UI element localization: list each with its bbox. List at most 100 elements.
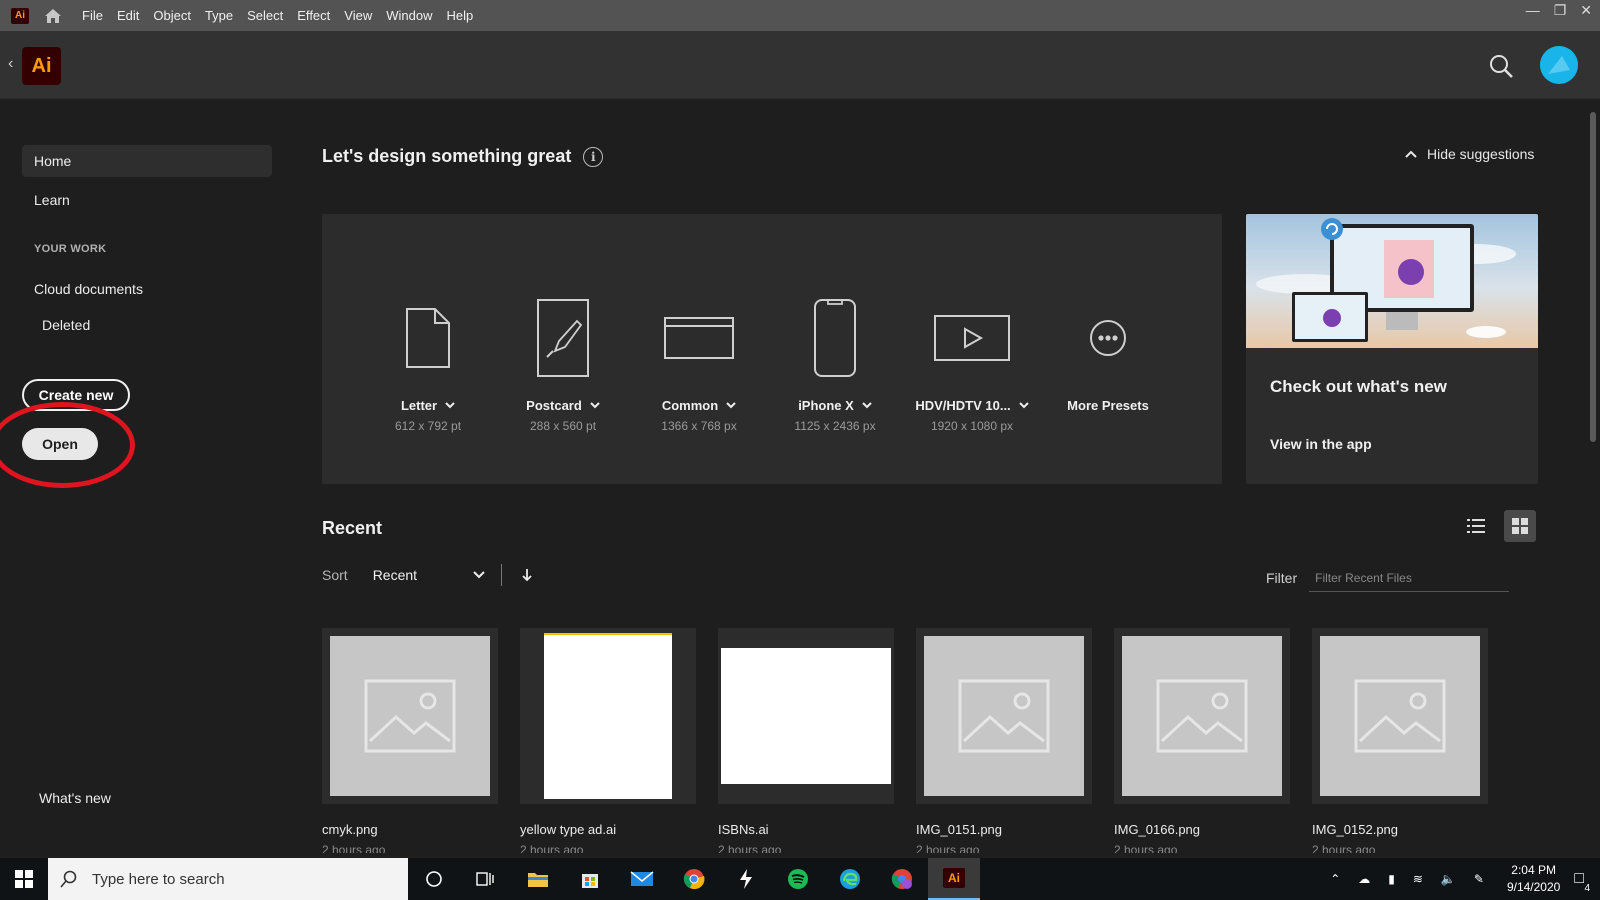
menu-select[interactable]: Select <box>240 8 290 23</box>
recent-file-card[interactable]: IMG_0152.png 2 hours ago <box>1312 628 1488 853</box>
search-icon[interactable] <box>1488 53 1514 79</box>
filter-label: Filter <box>1266 570 1298 586</box>
image-placeholder-icon <box>1156 679 1248 753</box>
battery-icon[interactable]: ▮ <box>1388 872 1395 886</box>
sort-direction-arrow-icon[interactable] <box>522 568 532 582</box>
filter-input[interactable] <box>1309 564 1510 592</box>
video-icon <box>934 315 1010 361</box>
info-icon[interactable]: i <box>583 146 604 167</box>
menu-effect[interactable]: Effect <box>290 8 337 23</box>
sidebar-item-label: Cloud documents <box>34 281 143 297</box>
sidebar-item-home[interactable]: Home <box>22 145 272 177</box>
file-name: IMG_0151.png <box>916 822 1003 837</box>
chevron-down-icon <box>1018 402 1029 409</box>
taskbar-app-bolt[interactable] <box>720 858 772 900</box>
onedrive-cloud-icon[interactable]: ☁ <box>1358 872 1370 886</box>
menu-file[interactable]: File <box>75 8 110 23</box>
start-button[interactable] <box>0 858 48 900</box>
preset-letter[interactable]: Letter 612 x 792 pt <box>358 298 498 433</box>
chevron-down-icon <box>726 402 736 409</box>
recent-file-card[interactable]: IMG_0166.png 2 hours ago <box>1114 628 1290 853</box>
sidebar-item-label: Deleted <box>42 317 91 333</box>
presets-panel: Letter 612 x 792 pt Postcard 288 x 560 p… <box>322 214 1222 484</box>
file-time: 2 hours ago <box>1312 843 1376 853</box>
taskbar-edge[interactable] <box>824 858 876 900</box>
phone-icon <box>814 299 856 377</box>
sidebar-item-deleted[interactable]: Deleted <box>22 309 272 341</box>
back-chevron-icon[interactable]: ‹ <box>8 55 13 73</box>
taskbar-store[interactable] <box>564 858 616 900</box>
more-icon <box>1090 320 1126 356</box>
chevron-down-icon <box>590 402 600 409</box>
sort-dropdown[interactable]: Recent <box>373 567 473 583</box>
chrome-icon <box>683 869 705 890</box>
taskbar-spotify[interactable] <box>772 858 824 900</box>
preset-dimensions: 1125 x 2436 px <box>794 419 876 433</box>
main-content: Let's design something great i Hide sugg… <box>290 100 1586 857</box>
menu-type[interactable]: Type <box>198 8 240 23</box>
notification-count: 4 <box>1584 883 1590 894</box>
recent-file-card[interactable]: cmyk.png 2 hours ago <box>322 628 498 853</box>
taskbar-chrome-profile[interactable] <box>876 858 928 900</box>
image-placeholder <box>1122 636 1282 796</box>
preset-hdv-hdtv[interactable]: HDV/HDTV 10... 1920 x 1080 px <box>902 298 1042 433</box>
task-view-icon <box>476 872 494 886</box>
section-label-your-work: YOUR WORK <box>34 243 107 255</box>
document-thumbnail <box>721 648 891 784</box>
pen-icon[interactable]: ✎ <box>1474 872 1484 886</box>
menu-view[interactable]: View <box>337 8 379 23</box>
scrollbar-thumb[interactable] <box>1590 112 1596 442</box>
preset-dimensions: 288 x 560 pt <box>529 419 597 433</box>
chevron-down-icon <box>862 402 872 409</box>
recent-file-card[interactable]: ISBNs.ai 2 hours ago <box>718 628 894 853</box>
minimize-icon[interactable]: — <box>1526 2 1540 19</box>
chevron-down-icon[interactable] <box>472 571 485 579</box>
task-view-button[interactable] <box>460 858 512 900</box>
wifi-icon[interactable]: ≋ <box>1413 872 1423 886</box>
preset-common[interactable]: Common 1366 x 768 px <box>629 298 769 433</box>
taskbar-search-box[interactable]: Type here to search <box>48 858 408 900</box>
avatar[interactable] <box>1540 46 1578 84</box>
cortana-button[interactable] <box>408 858 460 900</box>
list-view-button[interactable] <box>1460 510 1492 542</box>
sidebar-item-cloud-documents[interactable]: Cloud documents <box>22 273 272 305</box>
view-in-app-link[interactable]: View in the app <box>1270 436 1372 452</box>
close-icon[interactable]: ✕ <box>1580 2 1592 19</box>
devices-illustration-icon <box>1256 218 1516 342</box>
page-title: Let's design something great i <box>322 146 604 167</box>
image-placeholder <box>1320 636 1480 796</box>
menu-edit[interactable]: Edit <box>110 8 146 23</box>
browser-window-icon <box>664 317 734 359</box>
menu-object[interactable]: Object <box>146 8 198 23</box>
preset-more-presets[interactable]: More Presets <box>1038 298 1178 419</box>
preset-iphone-x[interactable]: iPhone X 1125 x 2436 px <box>765 298 905 433</box>
whats-new-card[interactable]: Check out what's new View in the app <box>1246 214 1538 484</box>
taskbar-file-explorer[interactable] <box>512 858 564 900</box>
home-icon[interactable] <box>43 6 63 26</box>
cortana-circle-icon <box>426 871 442 887</box>
menu-bar: Ai File Edit Object Type Select Effect View Win… <box>0 0 1600 31</box>
scrollbar[interactable] <box>1586 100 1600 857</box>
app-icon: Ai <box>11 7 29 24</box>
grid-view-icon <box>1512 518 1528 534</box>
menu-window[interactable]: Window <box>379 8 439 23</box>
recent-file-card[interactable]: yellow type ad.ai 2 hours ago <box>520 628 696 853</box>
image-placeholder-icon <box>958 679 1050 753</box>
taskbar-chrome[interactable] <box>668 858 720 900</box>
preset-postcard[interactable]: Postcard 288 x 560 pt <box>493 298 633 433</box>
clock[interactable]: 2:04 PM 9/14/2020 <box>1507 862 1560 896</box>
edge-icon <box>840 869 860 889</box>
menu-help[interactable]: Help <box>439 8 480 23</box>
restore-icon[interactable]: ❐ <box>1554 2 1567 19</box>
chevron-up-icon[interactable]: ⌃ <box>1330 872 1340 886</box>
recent-file-card[interactable]: IMG_0151.png 2 hours ago <box>916 628 1092 853</box>
taskbar-mail[interactable] <box>616 858 668 900</box>
grid-view-button[interactable] <box>1504 510 1536 542</box>
sidebar-item-learn[interactable]: Learn <box>22 184 272 216</box>
taskbar-illustrator[interactable]: Ai <box>928 858 980 900</box>
hide-suggestions-label: Hide suggestions <box>1427 146 1535 162</box>
volume-icon[interactable]: 🔈 <box>1441 872 1456 886</box>
hide-suggestions-button[interactable]: Hide suggestions <box>1405 146 1534 162</box>
whats-new-link[interactable]: What's new <box>39 790 111 806</box>
notification-center[interactable]: □ 4 <box>1574 870 1590 894</box>
